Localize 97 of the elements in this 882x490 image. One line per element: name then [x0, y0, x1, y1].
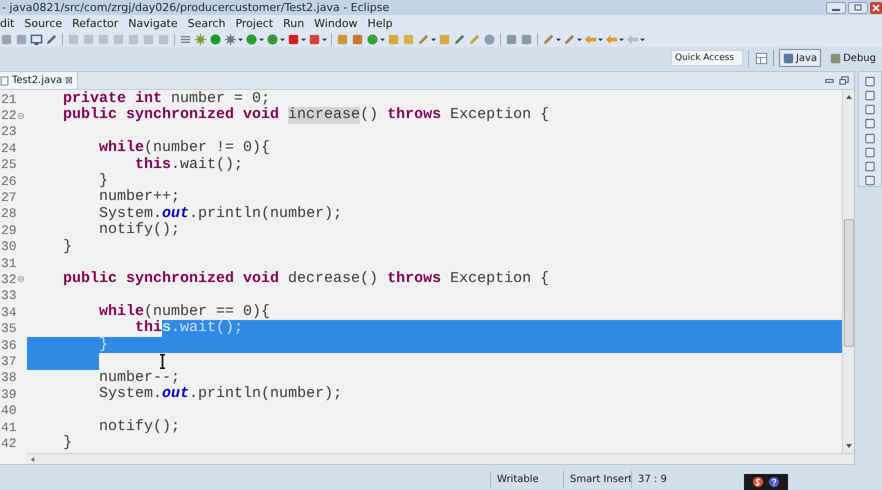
- line-number: 36: [0, 338, 17, 353]
- line-number: 31: [0, 256, 17, 271]
- code-line: }: [62, 435, 72, 452]
- perspective-icon: [782, 52, 794, 64]
- code-line: private int number = 0;: [62, 91, 270, 107]
- tab-label: Test2.java: [12, 75, 62, 86]
- menu-item[interactable]: Project: [230, 16, 278, 30]
- gear-icon[interactable]: [194, 32, 207, 46]
- status-text: Smart Insert: [569, 474, 631, 484]
- square-icon[interactable]: [287, 32, 300, 46]
- line-number: 21: [0, 92, 17, 107]
- window-title: - java0821/src/com/zrgj/day026/producercustomer/Test2.java - Eclipse: [2, 1, 390, 14]
- line-number: 25: [0, 157, 17, 172]
- view-icon[interactable]: [864, 132, 876, 144]
- status-text: Writable: [496, 474, 540, 484]
- help-icon[interactable]: [768, 476, 780, 488]
- view-icon[interactable]: [864, 174, 876, 186]
- line-number: 38: [0, 370, 17, 386]
- line-number: 33: [0, 288, 17, 304]
- view-icon[interactable]: [864, 146, 876, 158]
- scroll-left-icon[interactable]: [29, 456, 36, 462]
- view-icon[interactable]: [864, 104, 876, 116]
- minimize-icon[interactable]: [826, 2, 846, 14]
- square-icon[interactable]: [308, 32, 321, 46]
- code-line: public synchronized void increase() throws Exception {: [62, 107, 550, 124]
- menu-item[interactable]: Refactor: [67, 16, 124, 30]
- close-tab-button[interactable]: ⊠: [65, 76, 73, 86]
- code-line: while(number == 0){: [98, 304, 270, 320]
- line-number: 34: [0, 304, 17, 320]
- line-number: 29: [0, 222, 17, 238]
- line-number: 35: [0, 321, 17, 336]
- line-number: 42: [0, 436, 17, 451]
- menu-item[interactable]: Run: [278, 16, 310, 30]
- line-number: 26: [0, 174, 17, 189]
- restore-icon[interactable]: [848, 2, 868, 14]
- code-line: number--;: [98, 370, 180, 386]
- line-number: 23: [0, 124, 17, 140]
- square-icon[interactable]: [520, 32, 533, 46]
- line-number: 39: [0, 386, 17, 402]
- code-line: number++;: [98, 189, 180, 206]
- square-icon[interactable]: [505, 32, 518, 46]
- line-number: 40: [0, 403, 17, 418]
- code-line: public synchronized void decrease() throws Exception {: [62, 271, 550, 288]
- code-line: this.wait();: [134, 320, 244, 337]
- line-number: 30: [0, 239, 17, 254]
- code-line: System.out.println(number);: [98, 206, 342, 222]
- menu-item[interactable]: Help: [362, 16, 398, 30]
- code-line: while(number != 0){: [98, 140, 270, 157]
- text-cursor-icon: [159, 354, 166, 369]
- perspective-button[interactable]: Java: [778, 49, 822, 67]
- line-number: 32: [0, 272, 17, 287]
- square-icon[interactable]: [336, 32, 349, 46]
- view-icon[interactable]: [864, 118, 876, 130]
- menu-item[interactable]: Window: [309, 16, 363, 30]
- maximize-icon[interactable]: [839, 75, 850, 86]
- view-icon[interactable]: [864, 90, 876, 102]
- code-line: notify();: [98, 222, 180, 239]
- scroll-thumb[interactable]: [844, 219, 854, 347]
- scroll-up-icon[interactable]: [844, 93, 852, 101]
- editor-tab[interactable]: Test2.java ⊠: [0, 72, 78, 89]
- code-line: }: [62, 238, 72, 255]
- perspective-button[interactable]: Debug: [826, 49, 880, 67]
- menu-item[interactable]: Search: [182, 16, 230, 30]
- status-text: 37 : 9: [637, 474, 668, 484]
- line-number: 37: [0, 354, 17, 369]
- view-icon[interactable]: [864, 76, 876, 88]
- code-line: }: [98, 172, 108, 189]
- menu-item[interactable]: Source: [19, 16, 68, 30]
- code-line: notify();: [98, 418, 180, 436]
- square-icon[interactable]: [0, 32, 13, 46]
- quick-access-field[interactable]: Quick Access: [670, 50, 743, 66]
- code-line: this.wait();: [134, 156, 244, 173]
- close-icon[interactable]: [870, 2, 882, 14]
- view-icon[interactable]: [864, 160, 876, 172]
- s-logo-icon[interactable]: [752, 476, 764, 488]
- line-number: 28: [0, 206, 17, 222]
- file-icon: [0, 74, 9, 86]
- monitor-icon[interactable]: [30, 32, 43, 46]
- line-number: 22: [0, 108, 17, 124]
- line-number: 27: [0, 190, 17, 206]
- scroll-down-icon[interactable]: [844, 442, 852, 450]
- menu-item[interactable]: dit: [0, 16, 20, 30]
- fold-icon[interactable]: [18, 112, 24, 119]
- circle-icon[interactable]: [483, 32, 496, 46]
- gear-icon[interactable]: [224, 32, 237, 46]
- open-perspective-icon[interactable]: [754, 52, 768, 64]
- perspective-icon: [830, 52, 842, 64]
- code-line: System.out.println(number);: [98, 386, 342, 402]
- vertical-scrollbar[interactable]: [842, 90, 854, 453]
- tray-widget[interactable]: [744, 474, 788, 490]
- square-icon[interactable]: [351, 32, 364, 46]
- line-number: 24: [0, 140, 17, 156]
- fold-icon[interactable]: [18, 276, 24, 282]
- horizontal-scrollbar[interactable]: [27, 453, 854, 464]
- circle-icon[interactable]: [209, 32, 222, 46]
- line-number: 41: [0, 420, 17, 434]
- menu-item[interactable]: Navigate: [123, 16, 183, 30]
